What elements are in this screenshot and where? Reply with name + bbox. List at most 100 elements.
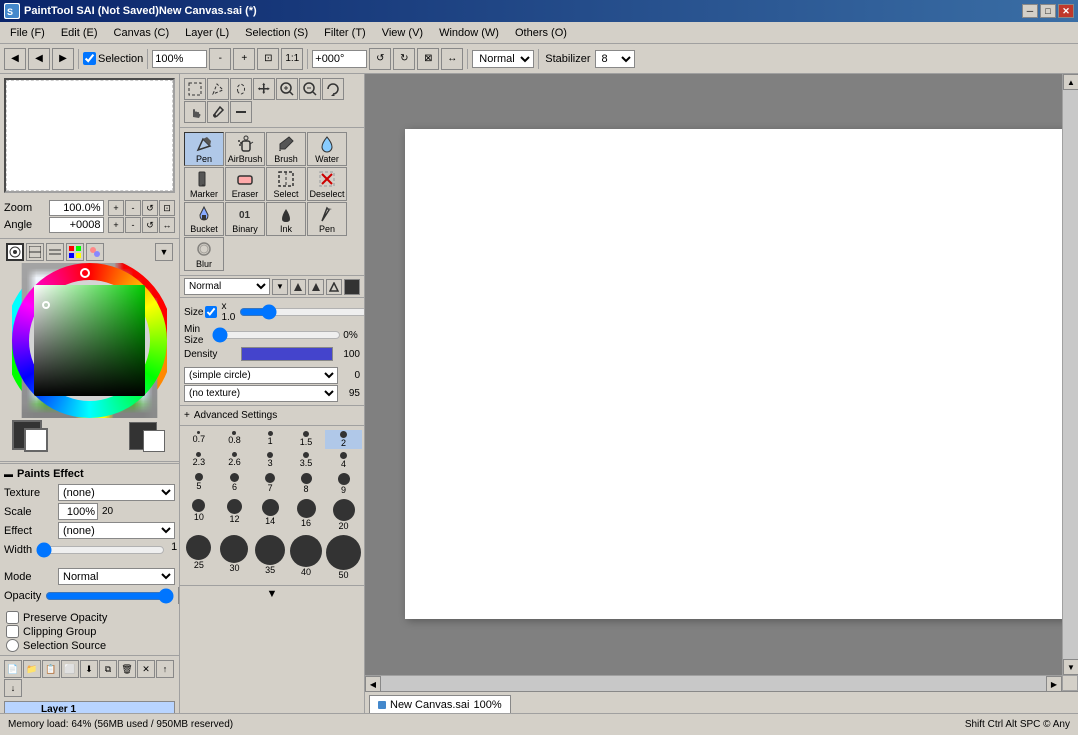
rotation-input[interactable] [312, 50, 367, 68]
brush-normal-select[interactable]: Normal [184, 278, 270, 295]
rot-cw-btn[interactable]: ↻ [393, 48, 415, 70]
bsg-7[interactable]: 7 [253, 472, 287, 496]
water-tool[interactable]: Water [307, 132, 347, 166]
layer-wrap-btn[interactable]: ⬜ [61, 660, 79, 678]
binary-tool[interactable]: 01 Binary [225, 202, 265, 236]
angle-mirror-btn[interactable]: ↔ [159, 217, 175, 233]
layer-clear-btn[interactable]: ✕ [137, 660, 155, 678]
bsg-50[interactable]: 50 [325, 534, 362, 581]
panel-scroll-btn[interactable]: ▼ [180, 585, 364, 601]
bsg-1.5[interactable]: 1.5 [289, 430, 323, 449]
canvas-scroll-area[interactable]: ▲ ▼ ◀ ▶ [365, 74, 1078, 691]
brush-shape-2[interactable] [308, 279, 324, 295]
pen-select-tool[interactable] [207, 78, 229, 100]
horizontal-scrollbar[interactable]: ◀ ▶ [365, 675, 1062, 691]
layer-move-down[interactable]: ↓ [4, 679, 22, 697]
bsg-30[interactable]: 30 [218, 534, 252, 581]
menu-selection[interactable]: Selection (S) [237, 25, 316, 41]
eraser-tool[interactable]: Eraser [225, 167, 265, 201]
menu-layer[interactable]: Layer (L) [177, 25, 237, 41]
bsg-2[interactable]: 2 [325, 430, 362, 449]
brush-shape-3[interactable] [326, 279, 342, 295]
layer-eye-icon[interactable]: 👁 [9, 713, 23, 714]
color-mode-mixer[interactable] [86, 243, 104, 261]
minimize-button[interactable]: ─ [1022, 4, 1038, 18]
pen-tool[interactable]: Pen [184, 132, 224, 166]
flip-btn[interactable]: ↔ [441, 48, 463, 70]
layer-move-up[interactable]: ↑ [156, 660, 174, 678]
vertical-scrollbar[interactable]: ▲ ▼ [1062, 74, 1078, 675]
toolbar-btn-1[interactable]: ◀ [4, 48, 26, 70]
bsg-8[interactable]: 8 [289, 472, 323, 496]
selection-source-radio[interactable] [6, 639, 19, 652]
v-scroll-up[interactable]: ▲ [1063, 74, 1078, 90]
angle-dec-btn[interactable]: - [125, 217, 141, 233]
menu-others[interactable]: Others (O) [507, 25, 575, 41]
angle-reset-btn[interactable]: ↺ [142, 217, 158, 233]
width-slider[interactable] [36, 543, 165, 557]
rotate-tool[interactable] [322, 78, 344, 100]
select-tool[interactable]: Select [266, 167, 306, 201]
zoom-out-tool[interactable] [299, 78, 321, 100]
bsg-0.7[interactable]: 0.7 [182, 430, 216, 449]
menu-file[interactable]: File (F) [2, 25, 53, 41]
zoom-out-btn[interactable]: - [209, 48, 231, 70]
bsg-20[interactable]: 20 [325, 498, 362, 532]
h-scroll-track[interactable] [381, 676, 1046, 691]
size-slider[interactable] [239, 305, 365, 319]
min-size-slider[interactable] [212, 328, 341, 342]
bsg-2.6[interactable]: 2.6 [218, 451, 252, 470]
bsg-5[interactable]: 5 [182, 472, 216, 496]
bsg-14[interactable]: 14 [253, 498, 287, 532]
size-checkbox[interactable] [205, 306, 217, 318]
airbrush-tool[interactable]: AirBrush [225, 132, 265, 166]
rot-reset-btn[interactable]: ⊠ [417, 48, 439, 70]
background-color[interactable] [24, 428, 48, 452]
close-button[interactable]: ✕ [1058, 4, 1074, 18]
bsg-35[interactable]: 35 [253, 534, 287, 581]
zoom-dec-btn[interactable]: - [125, 200, 141, 216]
menu-filter[interactable]: Filter (T) [316, 25, 374, 41]
color-wheel-container[interactable] [12, 263, 167, 418]
selection-checkbox[interactable] [83, 52, 96, 65]
zoom-reset-btn[interactable]: ↺ [142, 200, 158, 216]
bsg-1[interactable]: 1 [253, 430, 287, 449]
effect-select[interactable]: (none) [58, 522, 175, 539]
brush-mode-dropdown[interactable]: ▼ [272, 279, 288, 295]
v-scroll-track[interactable] [1063, 90, 1078, 659]
clipping-group-check[interactable] [6, 625, 19, 638]
zoom-fit-btn[interactable]: ⊡ [257, 48, 279, 70]
color-mode-wheel[interactable] [6, 243, 24, 261]
layer-delete-btn[interactable]: 🗑 [118, 660, 136, 678]
maximize-button[interactable]: □ [1040, 4, 1056, 18]
unknown-tool[interactable] [230, 101, 252, 123]
zoom-value[interactable] [49, 200, 104, 216]
deselect-tool[interactable]: Deselect [307, 167, 347, 201]
eyedropper-tool[interactable] [207, 101, 229, 123]
menu-window[interactable]: Window (W) [431, 25, 507, 41]
color-mode-palette[interactable] [66, 243, 84, 261]
bsg-12[interactable]: 12 [218, 498, 252, 532]
bucket-tool[interactable]: Bucket [184, 202, 224, 236]
canvas-tab[interactable]: New Canvas.sai 100% [369, 695, 511, 713]
blur-tool[interactable]: Blur [184, 237, 224, 271]
brush-texture-select[interactable]: (no texture) [184, 385, 338, 402]
adv-toggle-btn[interactable]: + Advanced Settings [184, 408, 360, 423]
zoom-input[interactable] [152, 50, 207, 68]
texture-select[interactable]: (none) [58, 484, 175, 501]
menu-edit[interactable]: Edit (E) [53, 25, 106, 41]
rot-ccw-btn[interactable]: ↺ [369, 48, 391, 70]
rect-select-tool[interactable] [184, 78, 206, 100]
color-mode-slider[interactable] [46, 243, 64, 261]
opacity-slider[interactable] [45, 589, 174, 603]
new-linework-btn[interactable]: 📋 [42, 660, 60, 678]
pen2-tool[interactable]: Pen [307, 202, 347, 236]
menu-view[interactable]: View (V) [374, 25, 431, 41]
zoom-inc-btn[interactable]: + [108, 200, 124, 216]
preserve-opacity-check[interactable] [6, 611, 19, 624]
bsg-25[interactable]: 25 [182, 534, 216, 581]
stabilizer-select[interactable]: 8 [595, 50, 635, 68]
layer-copy-btn[interactable]: ⧉ [99, 660, 117, 678]
angle-inc-btn[interactable]: + [108, 217, 124, 233]
toolbar-btn-2[interactable]: ◀ [28, 48, 50, 70]
